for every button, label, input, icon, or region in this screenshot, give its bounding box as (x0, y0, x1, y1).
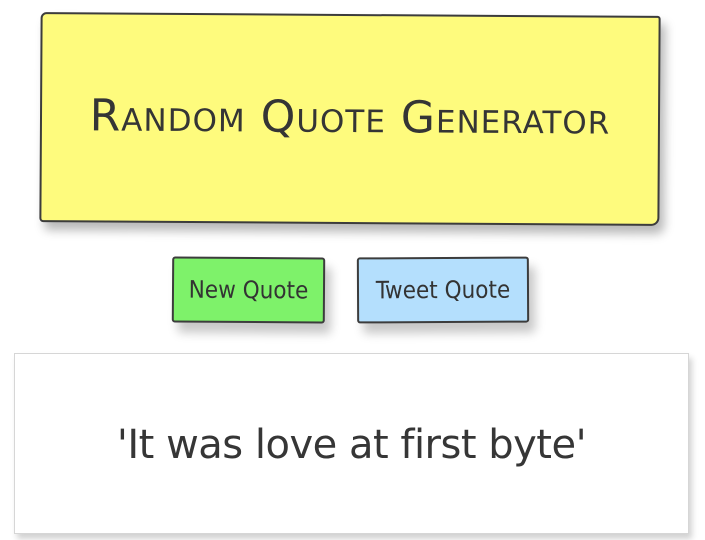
page-title: Random Quote Generator (89, 89, 611, 145)
title-card: Random Quote Generator (39, 12, 661, 226)
quote-text: 'It was love at first byte' (116, 421, 587, 468)
quote-card: 'It was love at first byte' (14, 353, 689, 534)
new-quote-button[interactable]: New Quote (171, 256, 326, 324)
tweet-quote-button[interactable]: Tweet Quote (356, 256, 530, 324)
